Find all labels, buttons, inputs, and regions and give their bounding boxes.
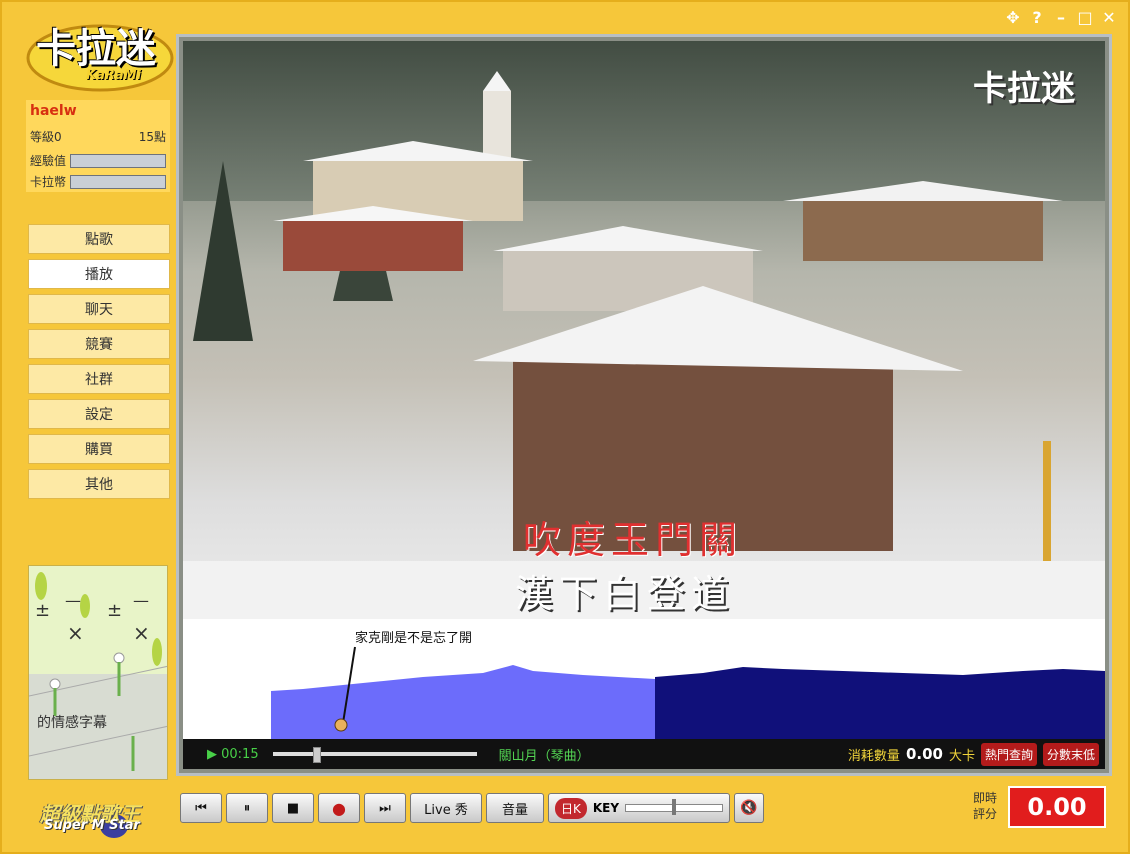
- svg-text:±: ±: [35, 600, 50, 621]
- score-display: 0.00: [1008, 786, 1106, 828]
- menu-label: 其他: [85, 477, 113, 493]
- menu-item-community[interactable]: 社群: [28, 364, 170, 394]
- progress-handle[interactable]: [312, 747, 321, 763]
- exp-label: 經驗值: [30, 154, 67, 168]
- menu-label: 購買: [85, 442, 113, 458]
- menu-item-song-select[interactable]: 點歌: [28, 224, 170, 254]
- video-panel: 卡拉迷 吹度玉門關 漢下白登道 家克剛是不是忘了開 ▶ 00:15 關山月（琴曲…: [176, 34, 1112, 776]
- points-value: 15點: [138, 130, 166, 144]
- main-menu: 點歌 播放 聊天 競賽 社群 設定 購買 其他: [28, 224, 170, 504]
- status-bar: ▶ 00:15 關山月（琴曲） 消耗數量 0.00 大卡 熱門查詢 分數末低: [183, 739, 1105, 769]
- brand-subtext: Super M Star: [44, 818, 140, 833]
- minimize-icon[interactable]: –: [1052, 8, 1070, 27]
- stop-button[interactable]: ■: [272, 793, 314, 823]
- menu-item-play[interactable]: 播放: [28, 259, 170, 289]
- logo-subtext: KaRaMi: [86, 68, 142, 83]
- svg-text:×: ×: [133, 621, 150, 645]
- kara-label: 卡拉幣: [30, 175, 67, 189]
- cost-value: 0.00: [905, 745, 943, 763]
- app-logo: 卡拉迷 KaRaMi: [22, 8, 180, 96]
- score-label: 即時評分: [972, 791, 997, 821]
- key-control: 日K KEY: [548, 793, 731, 823]
- score-button[interactable]: 分數末低: [1042, 742, 1099, 766]
- hot-search-button[interactable]: 熱門查詢: [980, 742, 1037, 766]
- exp-bar: [70, 153, 166, 168]
- menu-label: 播放: [85, 267, 113, 283]
- exp-row: 經驗值: [30, 152, 166, 169]
- mute-icon[interactable]: 🔇: [734, 793, 765, 823]
- menu-label: 聊天: [85, 302, 113, 318]
- menu-item-chat[interactable]: 聊天: [28, 294, 170, 324]
- level-label: 等級0: [30, 130, 62, 144]
- pitch-graph: 家克剛是不是忘了開: [183, 619, 1105, 739]
- level-row: 等級0 15點: [30, 128, 166, 145]
- video-scene: 卡拉迷 吹度玉門關 漢下白登道: [183, 41, 1105, 619]
- help-icon[interactable]: ?: [1028, 8, 1046, 27]
- maximize-icon[interactable]: □: [1076, 8, 1094, 27]
- progress-track[interactable]: [272, 747, 477, 763]
- menu-label: 設定: [85, 407, 113, 423]
- key-chip[interactable]: 日K: [555, 797, 587, 819]
- volume-button[interactable]: 音量: [486, 793, 544, 823]
- lyric-line-next: 漢下白登道: [515, 572, 736, 616]
- ad-banner[interactable]: ± — × ± — × 的情感字幕: [28, 565, 168, 780]
- key-label: KEY: [592, 801, 620, 815]
- svg-text:—: —: [133, 591, 149, 610]
- menu-item-other[interactable]: 其他: [28, 469, 170, 499]
- transport-controls: ⏮ ⏸ ■ ● ⏭ Live 秀 音量 日K KEY 🔇: [180, 792, 765, 824]
- brand-logo: 超級點歌王 Super M Star: [34, 792, 160, 842]
- key-slider-thumb[interactable]: [672, 799, 677, 815]
- scene-watermark-logo: 卡拉迷: [973, 69, 1075, 109]
- prev-button[interactable]: ⏮: [180, 793, 222, 823]
- svg-text:—: —: [65, 591, 81, 610]
- song-title: 關山月（琴曲）: [498, 748, 590, 764]
- pitch-graph-svg: [271, 646, 1105, 739]
- close-icon[interactable]: ✕: [1100, 8, 1118, 27]
- next-button[interactable]: ⏭: [364, 793, 406, 823]
- menu-item-settings[interactable]: 設定: [28, 399, 170, 429]
- kara-bar: [70, 174, 166, 189]
- svg-text:±: ±: [107, 600, 122, 621]
- username: haelw: [30, 103, 77, 119]
- menu-label: 社群: [85, 372, 113, 388]
- pause-button[interactable]: ⏸: [226, 793, 268, 823]
- karami-window: ✥ ? – □ ✕ 卡拉迷 KaRaMi haelw 等級0 15點 經驗值 卡…: [0, 0, 1130, 854]
- cost-unit: 大卡: [948, 748, 975, 764]
- ad-illustration: ± — × ± — ×: [29, 572, 167, 771]
- user-panel: haelw 等級0 15點 經驗值 卡拉幣: [26, 100, 170, 192]
- logo-text: 卡拉迷: [36, 25, 156, 72]
- elapsed-time: ▶ 00:15: [207, 746, 259, 762]
- menu-item-contest[interactable]: 競賽: [28, 329, 170, 359]
- menu-item-purchase[interactable]: 購買: [28, 434, 170, 464]
- svg-text:×: ×: [67, 621, 84, 645]
- kara-row: 卡拉幣: [30, 173, 166, 190]
- live-show-button[interactable]: Live 秀: [410, 793, 482, 823]
- record-button[interactable]: ●: [318, 793, 360, 823]
- pitch-comment: 家克剛是不是忘了開: [355, 631, 473, 646]
- move-icon[interactable]: ✥: [1004, 8, 1022, 27]
- cost-label: 消耗數量: [847, 748, 900, 764]
- menu-label: 點歌: [85, 232, 113, 248]
- lyric-line-current: 吹度玉門關: [523, 518, 744, 562]
- menu-label: 競賽: [85, 337, 113, 353]
- key-slider[interactable]: [625, 799, 724, 815]
- window-controls: ✥ ? – □ ✕: [1004, 8, 1118, 27]
- ad-caption: 的情感字幕: [37, 715, 107, 731]
